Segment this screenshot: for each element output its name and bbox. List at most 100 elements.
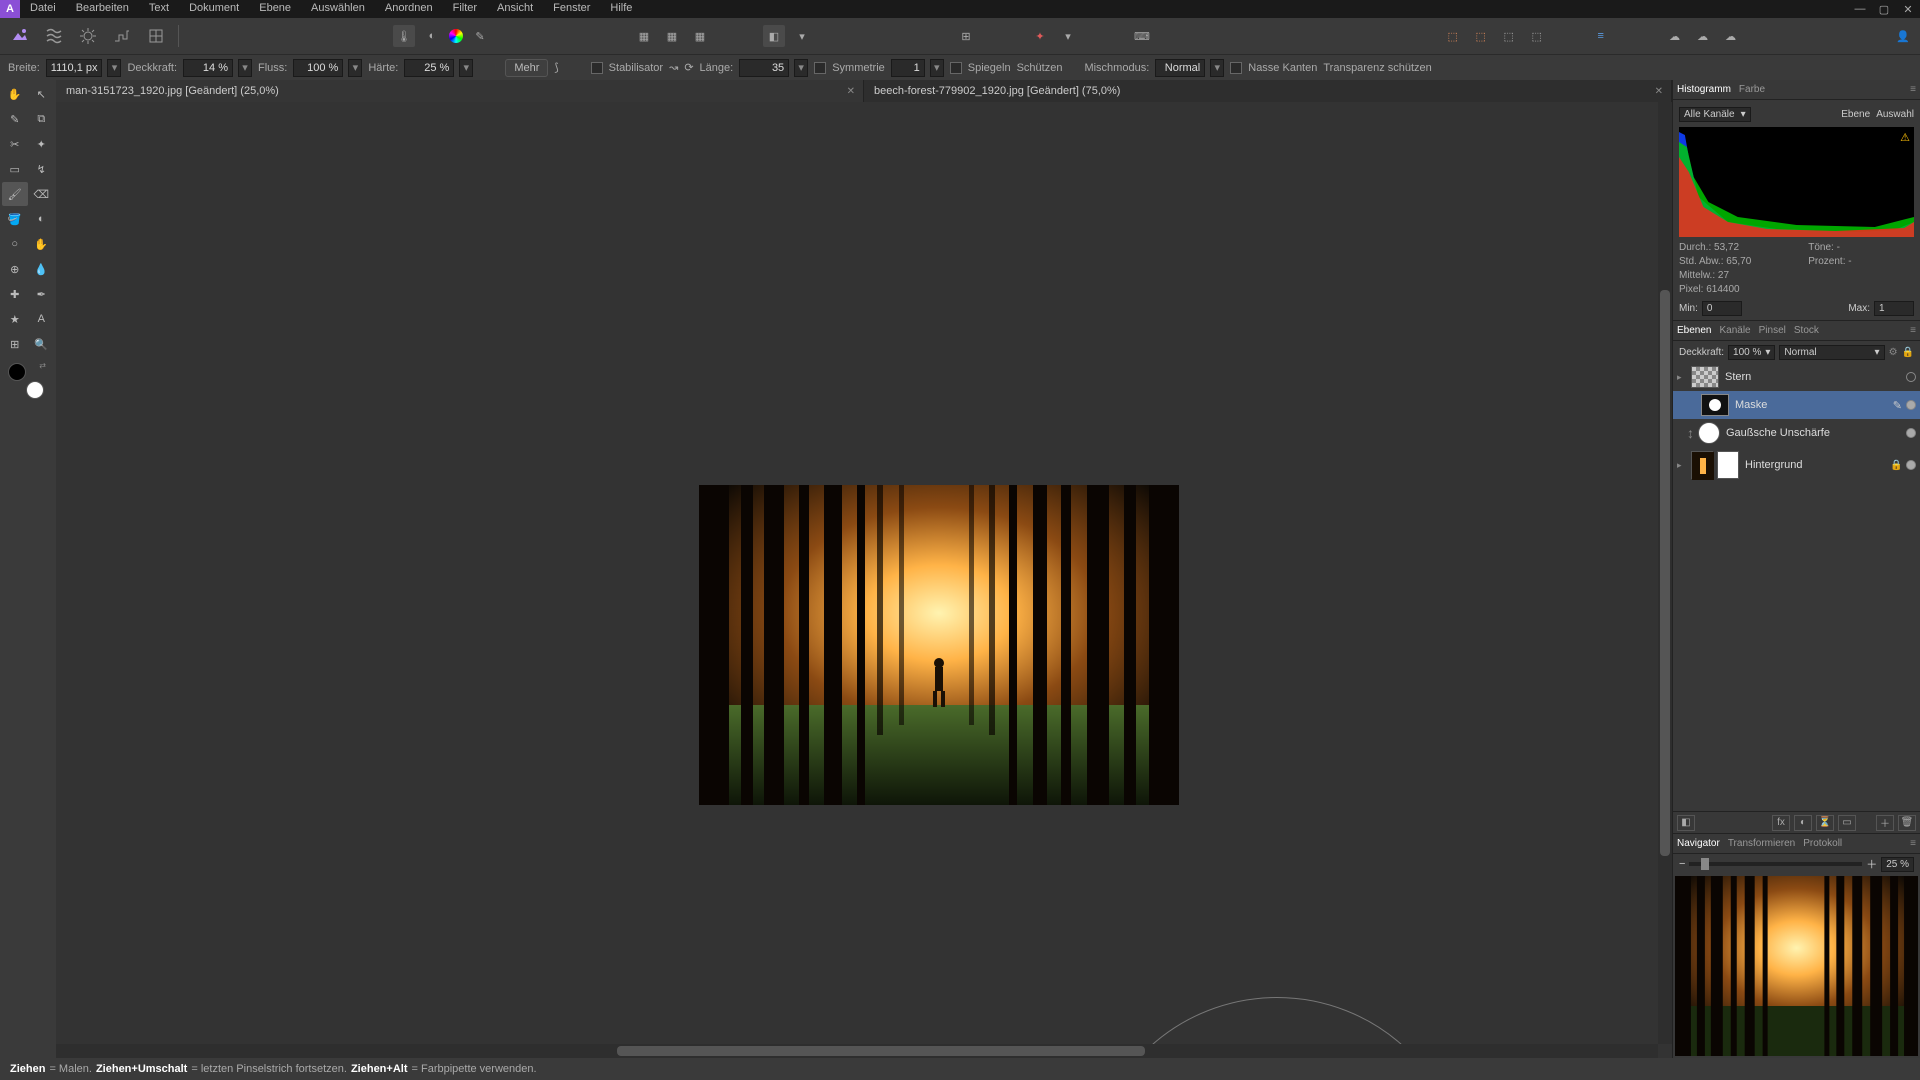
crop-tool[interactable]: ⧉ [29,107,55,131]
visibility-toggle[interactable] [1906,372,1916,382]
horizontal-scrollbar[interactable] [56,1044,1658,1058]
livefilter-button[interactable]: ⏳ [1816,815,1834,831]
blendmode-dropdown[interactable]: ▾ [1210,59,1224,77]
menu-ebene[interactable]: Ebene [249,0,301,18]
max-input[interactable]: 1 [1874,301,1914,316]
panel-menu-icon[interactable]: ≡ [1910,838,1916,849]
layer-name[interactable]: Hintergrund [1743,459,1886,471]
align-btn[interactable]: ≡ [1590,25,1612,47]
persona-tonemap[interactable] [108,22,136,50]
flow-input[interactable]: 100 % [293,59,343,77]
menu-dokument[interactable]: Dokument [179,0,249,18]
color-profile-btn[interactable]: ◐ [421,25,443,47]
foreground-color-swatch[interactable] [8,363,26,381]
canvas[interactable] [56,102,1672,1058]
sel-mode-2[interactable]: ▦ [661,25,683,47]
hardness-input[interactable]: 25 % [404,59,454,77]
flow-dropdown[interactable]: ▾ [348,59,362,77]
layer-lock-icon[interactable]: 🔒 [1902,347,1914,358]
menu-anordnen[interactable]: Anordnen [375,0,443,18]
color-wheel-btn[interactable] [449,29,463,43]
vertical-scrollbar[interactable] [1658,102,1672,1044]
quickmask-dropdown[interactable]: ▾ [791,25,813,47]
adjustment-button[interactable]: ◐ [1794,815,1812,831]
hand-tool[interactable]: ✋ [2,82,28,106]
quickmask-btn[interactable]: ◧ [763,25,785,47]
visibility-toggle[interactable] [1906,428,1916,438]
mask-button[interactable]: ◧ [1677,815,1695,831]
stabilizer-checkbox[interactable] [591,62,603,74]
ebenen-tab[interactable]: Ebenen [1677,325,1711,336]
preview-mode[interactable]: ⌨ [1131,25,1153,47]
account-btn[interactable]: 👤 [1892,25,1914,47]
menu-filter[interactable]: Filter [443,0,487,18]
cloud-2[interactable]: ☁ [1692,25,1714,47]
navigator-tab[interactable]: Navigator [1677,838,1720,849]
histogram-ebene-btn[interactable]: Ebene [1841,109,1870,120]
close-tab-icon[interactable]: ✕ [847,86,855,97]
transform-tab[interactable]: Transformieren [1728,838,1795,849]
window-maximize[interactable]: ▢ [1872,0,1896,18]
text-tool[interactable]: A [29,307,55,331]
fill-tool[interactable]: 🪣 [2,207,28,231]
layer-name[interactable]: Gaußsche Unschärfe [1724,427,1902,439]
menu-fenster[interactable]: Fenster [543,0,600,18]
symmetry-checkbox[interactable] [814,62,826,74]
shape-tool[interactable]: ★ [2,307,28,331]
stabilizer-mode2[interactable]: ⟳ [684,61,693,74]
move-tool[interactable]: ↖ [29,82,55,106]
arrange-3[interactable]: ⬚ [1498,25,1520,47]
snap-toggle[interactable]: ⊞ [955,25,977,47]
zoom-in-icon[interactable]: ＋ [1866,856,1877,872]
add-layer-button[interactable]: ＋ [1876,815,1894,831]
assist-dropdown[interactable]: ▾ [1057,25,1079,47]
persona-liquify[interactable] [40,22,68,50]
erase-tool[interactable]: ⌫ [29,182,55,206]
close-tab-icon[interactable]: ✕ [1655,86,1663,97]
clone-tool[interactable]: ⊕ [2,257,28,281]
menu-bearbeiten[interactable]: Bearbeiten [66,0,139,18]
menu-auswaehlen[interactable]: Auswählen [301,0,375,18]
protectalpha-label[interactable]: Transparenz schützen [1323,62,1431,74]
protect-label[interactable]: Schützen [1017,62,1063,74]
persona-develop[interactable] [74,22,102,50]
symmetry-dropdown[interactable]: ▾ [930,59,944,77]
channel-select[interactable]: Alle Kanäle▾ [1679,107,1751,122]
pinsel-tab[interactable]: Pinsel [1759,325,1786,336]
delete-layer-button[interactable]: 🗑 [1898,815,1916,831]
panel-menu-icon[interactable]: ≡ [1910,84,1916,95]
length-dropdown[interactable]: ▾ [794,59,808,77]
color-format-btn[interactable]: 🌡 [393,25,415,47]
layer-maske[interactable]: Maske ✎ [1673,391,1920,419]
layer-blend-select[interactable]: Normal▾ [1779,345,1884,360]
color-picker-tool[interactable]: ✎ [2,107,28,131]
mirror-checkbox[interactable] [950,62,962,74]
more-button[interactable]: Mehr [505,59,548,77]
menu-hilfe[interactable]: Hilfe [600,0,642,18]
disclosure-icon[interactable]: ▸ [1677,460,1687,471]
length-input[interactable]: 35 [739,59,789,77]
color-sliders-btn[interactable]: ✎ [469,25,491,47]
sel-mode-3[interactable]: ▦ [689,25,711,47]
background-color-swatch[interactable] [26,381,44,399]
kanaele-tab[interactable]: Kanäle [1719,325,1750,336]
disclosure-icon[interactable]: ▸ [1677,372,1687,383]
stock-tab[interactable]: Stock [1794,325,1819,336]
opacity-dropdown[interactable]: ▾ [238,59,252,77]
menu-datei[interactable]: Datei [20,0,66,18]
zoom-tool[interactable]: 🔍 [29,332,55,356]
navigator-preview[interactable] [1675,876,1918,1056]
document-tab-1[interactable]: man-3151723_1920.jpg [Geändert] (25,0%) … [56,80,864,102]
smudge-tool[interactable]: 💧 [29,257,55,281]
layer-name[interactable]: Maske [1733,399,1889,411]
wetedge-checkbox[interactable] [1230,62,1242,74]
warning-icon[interactable]: ⚠ [1900,131,1910,144]
blendmode-select[interactable]: Normal [1155,59,1205,77]
dodge-tool[interactable]: ○ [2,232,28,256]
layer-gauss[interactable]: ↕ Gaußsche Unschärfe [1673,419,1920,447]
burn-tool[interactable]: ✋ [29,232,55,256]
layer-hintergrund[interactable]: ▸ Hintergrund 🔒 [1673,447,1920,483]
paint-brush-tool[interactable]: 🖌 [2,182,28,206]
history-tab[interactable]: Protokoll [1803,838,1842,849]
swap-colors-icon[interactable]: ⇄ [39,361,46,370]
